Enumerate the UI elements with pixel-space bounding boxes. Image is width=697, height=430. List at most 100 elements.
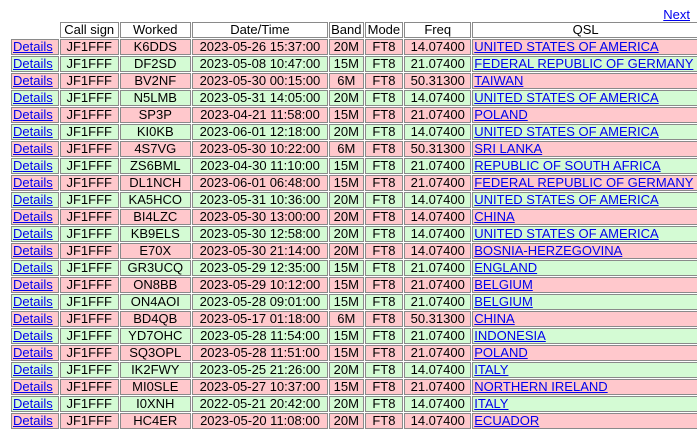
- qsl-country-link[interactable]: INDONESIA: [474, 329, 546, 343]
- freq-cell: 14.07400: [404, 413, 472, 429]
- table-row: Details JF1FFF ON4AOI 2023-05-28 09:01:00 15…: [11, 294, 697, 310]
- details-link[interactable]: Details: [13, 125, 53, 139]
- band-cell: 15M: [329, 345, 364, 361]
- qsl-country-link[interactable]: TAIWAN: [474, 74, 523, 88]
- details-link[interactable]: Details: [13, 176, 53, 190]
- band-cell: 20M: [329, 396, 364, 412]
- qsl-country-link[interactable]: UNITED STATES OF AMERICA: [474, 91, 658, 105]
- datetime-cell: 2023-05-27 10:37:00: [191, 379, 329, 395]
- table-row: Details JF1FFF SP3P 2023-04-21 11:58:00 15M F…: [11, 107, 697, 123]
- call-sign-cell: JF1FFF: [59, 226, 119, 242]
- table-row: Details JF1FFF K6DDS 2023-05-26 15:37:00 20M…: [11, 39, 697, 55]
- details-cell: Details: [11, 141, 59, 157]
- details-link[interactable]: Details: [13, 261, 53, 275]
- call-sign-cell: JF1FFF: [59, 277, 119, 293]
- mode-cell: FT8: [364, 379, 404, 395]
- mode-cell: FT8: [364, 413, 404, 429]
- table-row: Details JF1FFF MI0SLE 2023-05-27 10:37:00 15…: [11, 379, 697, 395]
- band-cell: 15M: [329, 175, 364, 191]
- call-sign-cell: JF1FFF: [59, 396, 119, 412]
- details-link[interactable]: Details: [13, 74, 53, 88]
- worked-cell: DF2SD: [119, 56, 191, 72]
- details-cell: Details: [11, 345, 59, 361]
- next-page-link[interactable]: Next: [663, 7, 690, 22]
- mode-cell: FT8: [364, 294, 404, 310]
- freq-cell: 14.07400: [404, 396, 472, 412]
- qsl-cell: ITALY: [472, 362, 697, 378]
- freq-cell: 21.07400: [404, 56, 472, 72]
- details-link[interactable]: Details: [13, 380, 53, 394]
- details-link[interactable]: Details: [13, 278, 53, 292]
- qsl-country-link[interactable]: BELGIUM: [474, 295, 533, 309]
- qsl-country-link[interactable]: UNITED STATES OF AMERICA: [474, 193, 658, 207]
- qsl-country-link[interactable]: CHINA: [474, 210, 514, 224]
- qsl-cell: BOSNIA-HERZEGOVINA: [472, 243, 697, 259]
- details-link[interactable]: Details: [13, 363, 53, 377]
- details-link[interactable]: Details: [13, 312, 53, 326]
- worked-cell: YD7OHC: [119, 328, 191, 344]
- column-header-band: Band: [329, 22, 364, 38]
- details-link[interactable]: Details: [13, 244, 53, 258]
- details-cell: Details: [11, 396, 59, 412]
- datetime-cell: 2023-05-20 11:08:00: [191, 413, 329, 429]
- qsl-country-link[interactable]: BOSNIA-HERZEGOVINA: [474, 244, 622, 258]
- band-cell: 15M: [329, 277, 364, 293]
- mode-cell: FT8: [364, 56, 404, 72]
- datetime-cell: 2023-05-25 21:26:00: [191, 362, 329, 378]
- worked-cell: KA5HCO: [119, 192, 191, 208]
- details-link[interactable]: Details: [13, 329, 53, 343]
- call-sign-cell: JF1FFF: [59, 209, 119, 225]
- qsl-country-link[interactable]: ITALY: [474, 363, 508, 377]
- band-cell: 20M: [329, 413, 364, 429]
- details-link[interactable]: Details: [13, 142, 53, 156]
- details-cell: Details: [11, 413, 59, 429]
- qsl-country-link[interactable]: REPUBLIC OF SOUTH AFRICA: [474, 159, 660, 173]
- column-header-mode: Mode: [364, 22, 404, 38]
- call-sign-cell: JF1FFF: [59, 379, 119, 395]
- details-cell: Details: [11, 226, 59, 242]
- datetime-cell: 2023-05-08 10:47:00: [191, 56, 329, 72]
- qsl-country-link[interactable]: ENGLAND: [474, 261, 537, 275]
- datetime-cell: 2023-05-28 11:54:00: [191, 328, 329, 344]
- qsl-country-link[interactable]: ECUADOR: [474, 414, 539, 428]
- freq-cell: 14.07400: [404, 39, 472, 55]
- details-link[interactable]: Details: [13, 108, 53, 122]
- qsl-country-link[interactable]: CHINA: [474, 312, 514, 326]
- details-cell: Details: [11, 90, 59, 106]
- band-cell: 20M: [329, 192, 364, 208]
- qsl-country-link[interactable]: POLAND: [474, 108, 527, 122]
- qsl-country-link[interactable]: SRI LANKA: [474, 142, 542, 156]
- table-row: Details JF1FFF DL1NCH 2023-06-01 06:48:00 15…: [11, 175, 697, 191]
- call-sign-cell: JF1FFF: [59, 158, 119, 174]
- details-link[interactable]: Details: [13, 295, 53, 309]
- details-link[interactable]: Details: [13, 159, 53, 173]
- details-link[interactable]: Details: [13, 57, 53, 71]
- details-link[interactable]: Details: [13, 227, 53, 241]
- band-cell: 20M: [329, 124, 364, 140]
- qsl-country-link[interactable]: FEDERAL REPUBLIC OF GERMANY: [474, 57, 693, 71]
- table-row: Details JF1FFF N5LMB 2023-05-31 14:05:00 20M…: [11, 90, 697, 106]
- qsl-country-link[interactable]: NORTHERN IRELAND: [474, 380, 607, 394]
- mode-cell: FT8: [364, 192, 404, 208]
- qsl-country-link[interactable]: POLAND: [474, 346, 527, 360]
- mode-cell: FT8: [364, 226, 404, 242]
- qsl-country-link[interactable]: UNITED STATES OF AMERICA: [474, 40, 658, 54]
- call-sign-cell: JF1FFF: [59, 260, 119, 276]
- datetime-cell: 2023-05-31 14:05:00: [191, 90, 329, 106]
- qsl-country-link[interactable]: BELGIUM: [474, 278, 533, 292]
- details-link[interactable]: Details: [13, 346, 53, 360]
- worked-cell: GR3UCQ: [119, 260, 191, 276]
- worked-cell: HC4ER: [119, 413, 191, 429]
- qsl-cell: UNITED STATES OF AMERICA: [472, 39, 697, 55]
- details-link[interactable]: Details: [13, 414, 53, 428]
- qsl-country-link[interactable]: FEDERAL REPUBLIC OF GERMANY: [474, 176, 693, 190]
- qsl-country-link[interactable]: UNITED STATES OF AMERICA: [474, 227, 658, 241]
- qsl-cell: CHINA: [472, 311, 697, 327]
- details-link[interactable]: Details: [13, 210, 53, 224]
- worked-cell: I0XNH: [119, 396, 191, 412]
- details-link[interactable]: Details: [13, 91, 53, 105]
- details-link[interactable]: Details: [13, 40, 53, 54]
- details-link[interactable]: Details: [13, 193, 53, 207]
- column-header-freq: Freq: [404, 22, 472, 38]
- qsl-country-link[interactable]: UNITED STATES OF AMERICA: [474, 125, 658, 139]
